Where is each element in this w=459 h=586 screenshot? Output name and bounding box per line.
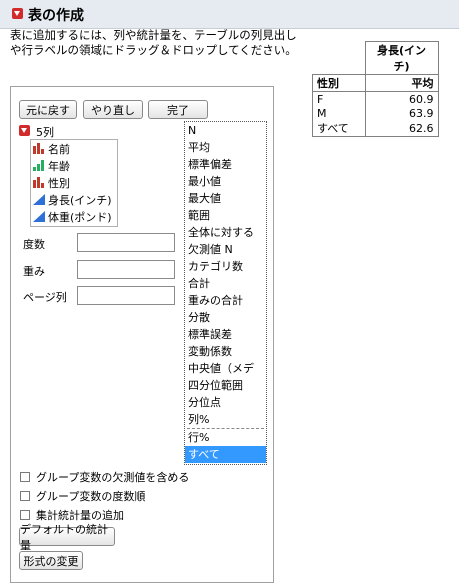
stat-item[interactable]: 四分位範囲 bbox=[185, 377, 266, 394]
continuous-icon bbox=[33, 211, 45, 222]
table-row-label: F bbox=[312, 91, 366, 106]
page-column-label: ページ列 bbox=[23, 291, 67, 304]
column-item[interactable]: 性別 bbox=[31, 174, 117, 191]
disclosure-triangle-icon[interactable] bbox=[12, 8, 23, 19]
stat-item[interactable]: 分散 bbox=[185, 309, 266, 326]
stat-item-selected[interactable]: すべて bbox=[185, 446, 266, 463]
instructions-text: 表に追加するには、列や統計量を、テーブルの列見出しや行ラベルの領域にドラッグ＆ド… bbox=[10, 28, 297, 57]
add-aggregate-checkbox[interactable] bbox=[20, 510, 30, 520]
columns-list[interactable]: 名前 年齢 性別 身長(インチ) 体重(ポンド) bbox=[30, 139, 118, 227]
result-table: 身長(インチ) 性別 平均 F 60.9 M 63.9 すべて 62.6 bbox=[312, 41, 439, 137]
row-header-label[interactable]: 性別 bbox=[312, 74, 366, 92]
column-header[interactable]: 身長(インチ) bbox=[364, 41, 439, 75]
stat-item[interactable]: 合計 bbox=[185, 275, 266, 292]
stat-item[interactable]: 標準偏差 bbox=[185, 156, 266, 173]
stat-item[interactable]: 中央値（メデ bbox=[185, 360, 266, 377]
order-by-count-option[interactable]: グループ変数の度数順 bbox=[20, 488, 145, 504]
weight-field[interactable] bbox=[77, 260, 175, 279]
undo-button[interactable]: 元に戻す bbox=[19, 100, 77, 119]
freq-label: 度数 bbox=[23, 238, 45, 251]
stat-item[interactable]: 最大値 bbox=[185, 190, 266, 207]
column-item[interactable]: 体重(ポンド) bbox=[31, 208, 117, 225]
done-button[interactable]: 完了 bbox=[148, 100, 208, 119]
columns-disclosure-icon[interactable] bbox=[19, 125, 30, 136]
stat-item[interactable]: 範囲 bbox=[185, 207, 266, 224]
stat-item[interactable]: 変動係数 bbox=[185, 343, 266, 360]
stat-item[interactable]: 列% bbox=[185, 411, 266, 428]
stat-item[interactable]: 標準誤差 bbox=[185, 326, 266, 343]
include-missing-checkbox[interactable] bbox=[20, 472, 30, 482]
stat-item[interactable]: カテゴリ数 bbox=[185, 258, 266, 275]
freq-field[interactable] bbox=[77, 233, 175, 252]
page-column-field[interactable] bbox=[77, 286, 175, 305]
page-title: 表の作成 bbox=[28, 8, 84, 24]
ordinal-icon bbox=[33, 160, 45, 171]
nominal-icon bbox=[33, 177, 45, 188]
statistics-scrollbar[interactable] bbox=[266, 121, 272, 463]
stat-item[interactable]: 分位点 bbox=[185, 394, 266, 411]
column-item[interactable]: 名前 bbox=[31, 140, 117, 157]
table-cell: 62.6 bbox=[364, 120, 439, 137]
statistics-list[interactable]: N 平均 標準偏差 最小値 最大値 範囲 全体に対する 欠測値 N カテゴリ数 … bbox=[184, 121, 267, 465]
redo-button[interactable]: やり直し bbox=[83, 100, 143, 119]
stat-item[interactable]: 最小値 bbox=[185, 173, 266, 190]
column-item[interactable]: 身長(インチ) bbox=[31, 191, 117, 208]
stat-item[interactable]: 平均 bbox=[185, 139, 266, 156]
order-by-count-checkbox[interactable] bbox=[20, 491, 30, 501]
include-missing-option[interactable]: グループ変数の欠測値を含める bbox=[20, 469, 189, 485]
stat-label[interactable]: 平均 bbox=[364, 74, 439, 92]
stat-item[interactable]: N bbox=[185, 122, 266, 139]
stat-item[interactable]: 行% bbox=[185, 429, 266, 446]
table-cell: 63.9 bbox=[364, 106, 439, 120]
stat-item[interactable]: 全体に対する bbox=[185, 224, 266, 241]
weight-label: 重み bbox=[23, 265, 45, 278]
stat-item[interactable]: 欠測値 N bbox=[185, 241, 266, 258]
table-row-label: M bbox=[312, 106, 366, 120]
default-stats-button[interactable]: デフォルトの統計量 bbox=[19, 523, 115, 552]
stat-item[interactable]: 重みの合計 bbox=[185, 292, 266, 309]
continuous-icon bbox=[33, 194, 45, 205]
nominal-icon bbox=[33, 143, 45, 154]
change-format-button[interactable]: 形式の変更 bbox=[19, 551, 83, 570]
columns-count-label: 5列 bbox=[36, 126, 54, 139]
table-row-label: すべて bbox=[312, 120, 366, 137]
table-cell: 60.9 bbox=[364, 91, 439, 106]
column-item[interactable]: 年齢 bbox=[31, 157, 117, 174]
